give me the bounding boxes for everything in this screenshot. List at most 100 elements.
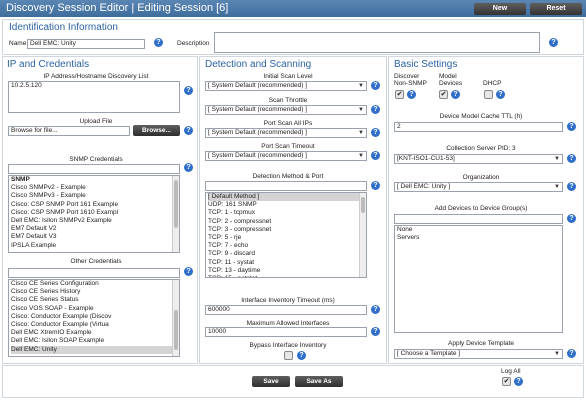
help-icon[interactable]: ? xyxy=(371,181,380,190)
port-scan-timeout-select[interactable]: [ System Default (recommended) ] xyxy=(205,151,367,161)
snmp-credentials-list[interactable]: SNMP Cisco SNMPv2 - Example Cisco SNMPv3 -… xyxy=(8,175,180,253)
device-template-select[interactable]: [ Choose a Template ] xyxy=(394,349,563,359)
list-item[interactable]: TCP: 13 - daytime xyxy=(208,267,366,275)
list-item[interactable]: Cisco: CSP SNMP Port 161 Example xyxy=(11,201,179,209)
list-item[interactable]: TCP: 11 - systat xyxy=(208,259,366,267)
scrollbar-thumb[interactable] xyxy=(174,180,178,228)
device-group-filter-input[interactable] xyxy=(394,214,563,224)
list-item[interactable]: TCP: 15 - netstat xyxy=(208,275,366,277)
bypass-inventory-checkbox[interactable] xyxy=(284,351,293,360)
list-item[interactable]: Servers xyxy=(397,234,562,242)
help-icon[interactable]: ? xyxy=(297,351,306,360)
list-item[interactable]: EM7 Default V3 xyxy=(11,233,179,241)
help-icon[interactable]: ? xyxy=(549,38,558,47)
cache-ttl-input[interactable]: 2 xyxy=(394,122,563,132)
help-icon[interactable]: ? xyxy=(184,86,193,95)
port-scan-all-select[interactable]: [ System Default (recommended) ] xyxy=(205,128,367,138)
list-item[interactable]: Cisco: Conductor Example (Discov xyxy=(11,313,179,321)
list-item[interactable]: IPSLA Example xyxy=(11,242,179,250)
save-as-button[interactable]: Save As xyxy=(295,376,343,387)
inventory-timeout-input[interactable]: 600000 xyxy=(205,305,367,315)
scrollbar-thumb[interactable] xyxy=(174,310,178,350)
list-item[interactable]: TCP: 2 - compressnet xyxy=(208,218,366,226)
list-item[interactable]: TCP: 1 - tcpmux xyxy=(208,209,366,217)
device-groups-list[interactable]: None Servers xyxy=(394,225,563,333)
list-item[interactable]: Dell EMC XtremIO Example xyxy=(11,329,179,337)
browse-button[interactable]: Browse... xyxy=(133,125,180,136)
help-icon[interactable]: ? xyxy=(567,182,576,191)
list-item[interactable]: TCP: 9 - discard xyxy=(208,250,366,258)
organization-select[interactable]: [ Dell EMC: Unity ] xyxy=(394,182,563,192)
collection-server-select[interactable]: [KNT-ISO1-CU1-53] xyxy=(394,154,563,164)
help-icon[interactable]: ? xyxy=(567,122,576,131)
title-bar: Discovery Session Editor | Editing Sessi… xyxy=(0,0,586,17)
max-interfaces-input[interactable]: 10000 xyxy=(205,327,367,337)
help-icon[interactable]: ? xyxy=(371,305,380,314)
help-icon[interactable]: ? xyxy=(567,154,576,163)
list-item[interactable]: None xyxy=(397,226,562,234)
list-item[interactable]: Cisco: CSP SNMP Port 1610 Exampl xyxy=(11,209,179,217)
list-item[interactable]: Dell EMC: Unity xyxy=(11,345,179,354)
list-item[interactable]: Cisco SNMPv3 - Example xyxy=(11,192,179,200)
list-item[interactable]: Cisco VOS SOAP - Example xyxy=(11,305,179,313)
detection-method-list[interactable]: [ Default Method ] UDP: 161 SNMP TCP: 1 - … xyxy=(205,192,367,278)
list-item[interactable]: Dell EMC: Isilon SOAP Example xyxy=(11,337,179,345)
help-icon[interactable]: ? xyxy=(371,105,380,114)
help-icon[interactable]: ? xyxy=(184,267,193,276)
list-item[interactable]: Cisco SNMPv2 - Example xyxy=(11,184,179,192)
help-icon[interactable]: ? xyxy=(184,163,193,172)
method-filter-input[interactable] xyxy=(205,181,367,191)
help-icon[interactable]: ? xyxy=(371,128,380,137)
description-input[interactable] xyxy=(214,32,540,53)
upload-file-input[interactable]: Browse for file... xyxy=(8,126,130,136)
help-icon[interactable]: ? xyxy=(567,349,576,358)
help-icon[interactable]: ? xyxy=(451,90,460,99)
max-interfaces-label: Maximum Allowed Interfaces xyxy=(246,320,330,327)
description-label: Description xyxy=(177,40,210,47)
window-title: Discovery Session Editor | Editing Sessi… xyxy=(6,2,229,14)
list-item[interactable]: Cisco CE Series History xyxy=(11,288,179,296)
collection-server-label: Collection Server PID: 3 xyxy=(446,145,516,152)
discover-nonsnmp-checkbox[interactable]: ✔ xyxy=(395,90,404,99)
scan-throttle-select[interactable]: [ System Default (recommended) ] xyxy=(205,105,367,115)
scrollbar[interactable] xyxy=(172,176,179,252)
initial-scan-select[interactable]: [ System Default (recommended) ] xyxy=(205,81,367,91)
help-icon[interactable]: ? xyxy=(496,90,505,99)
model-devices-label: Model Devices xyxy=(439,73,463,87)
help-icon[interactable]: ? xyxy=(567,214,576,223)
help-icon[interactable]: ? xyxy=(371,81,380,90)
discovery-list-input[interactable]: 10.2.5.120 xyxy=(8,81,180,113)
help-icon[interactable]: ? xyxy=(184,126,193,135)
other-credentials-list[interactable]: Cisco CE Series Configuration Cisco CE Se… xyxy=(8,279,180,357)
other-filter-input[interactable] xyxy=(8,268,180,278)
help-icon[interactable]: ? xyxy=(154,38,163,47)
port-scan-all-label: Port Scan All IPs xyxy=(263,120,313,127)
reset-button[interactable]: Reset xyxy=(530,3,582,15)
list-item[interactable]: TCP: 7 - echo xyxy=(208,242,366,250)
help-icon[interactable]: ? xyxy=(514,377,523,386)
scrollbar-thumb[interactable] xyxy=(361,197,365,213)
dhcp-checkbox[interactable] xyxy=(484,90,493,99)
scrollbar[interactable] xyxy=(172,280,179,356)
list-item[interactable]: Dell EMC: Isilon SNMPv2 Example xyxy=(11,217,179,225)
list-item[interactable]: UDP: 161 SNMP xyxy=(208,201,366,209)
list-item[interactable]: TCP: 5 - rje xyxy=(208,234,366,242)
model-devices-checkbox[interactable]: ✔ xyxy=(439,90,448,99)
list-item[interactable]: EM7 Default V2 xyxy=(11,225,179,233)
list-item[interactable]: Cisco: Conductor Example (Virtua xyxy=(11,321,179,329)
new-button[interactable]: New xyxy=(474,3,526,15)
name-input[interactable]: Dell EMC: Unity xyxy=(27,39,145,49)
list-item[interactable]: [ Default Method ] xyxy=(208,193,366,202)
scrollbar[interactable] xyxy=(359,193,366,277)
list-item[interactable]: TCP: 3 - compressnet xyxy=(208,226,366,234)
list-item[interactable]: Cisco CE Series Status xyxy=(11,296,179,304)
help-icon[interactable]: ? xyxy=(371,151,380,160)
help-icon[interactable]: ? xyxy=(407,90,416,99)
save-button[interactable]: Save xyxy=(252,376,290,387)
log-all-checkbox[interactable]: ✔ xyxy=(502,377,511,386)
ip-credentials-section: IP and Credentials IP Address/Hostname D… xyxy=(2,56,198,364)
help-icon[interactable]: ? xyxy=(371,327,380,336)
list-item[interactable]: Cisco CE Series Configuration xyxy=(11,280,179,288)
snmp-filter-input[interactable] xyxy=(8,164,180,174)
ip-credentials-heading: IP and Credentials xyxy=(7,59,90,70)
